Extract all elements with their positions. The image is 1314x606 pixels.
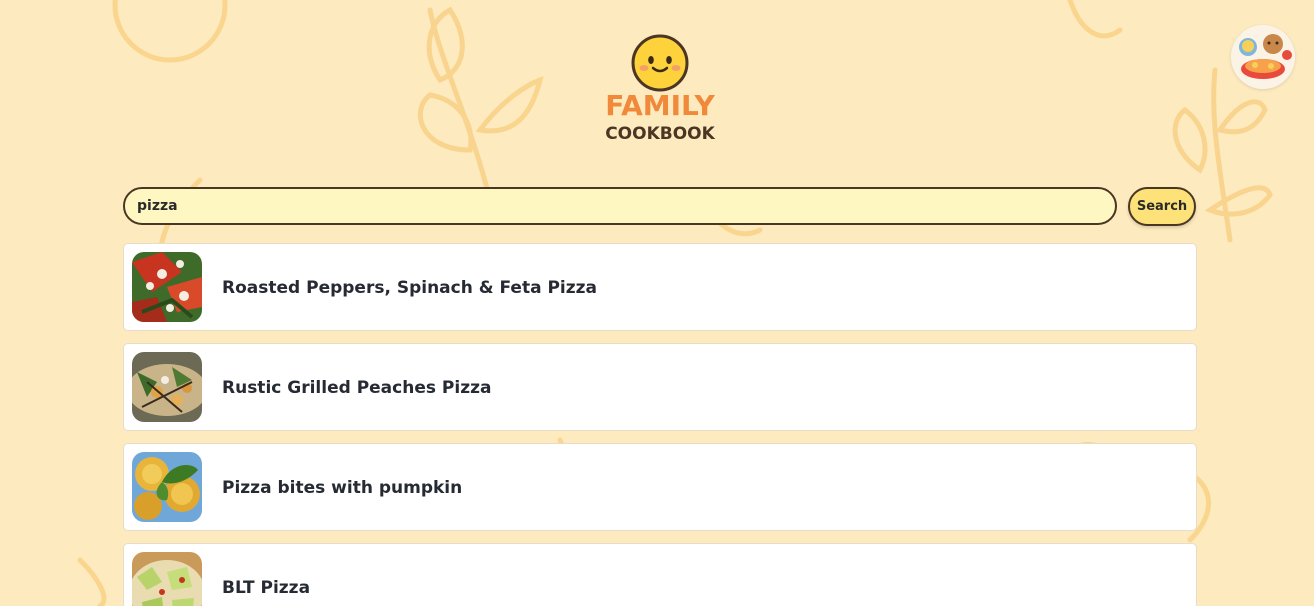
recipe-thumbnail xyxy=(132,352,202,422)
roasted-peppers-pizza-photo-icon xyxy=(132,252,202,322)
family-cookbook-logo[interactable]: FAMILY COOKBOOK xyxy=(598,34,722,146)
recipe-card[interactable]: Pizza bites with pumpkin xyxy=(123,443,1197,531)
logo-title-cookbook: COOKBOOK xyxy=(605,124,715,144)
recipe-title[interactable]: Rustic Grilled Peaches Pizza xyxy=(222,344,491,432)
smiley-face-icon xyxy=(631,34,689,92)
recipe-title[interactable]: Pizza bites with pumpkin xyxy=(222,444,462,532)
recipe-thumbnail xyxy=(132,252,202,322)
pumpkin-pizza-bites-photo-icon xyxy=(132,452,202,522)
recipe-card[interactable]: Roasted Peppers, Spinach & Feta Pizza xyxy=(123,243,1197,331)
logo-title-family: FAMILY xyxy=(605,89,715,122)
grilled-peaches-pizza-photo-icon xyxy=(132,352,202,422)
user-avatar[interactable] xyxy=(1231,25,1295,89)
food-characters-avatar-icon xyxy=(1231,25,1295,89)
recipe-thumbnail xyxy=(132,552,202,606)
blt-pizza-photo-icon xyxy=(132,552,202,606)
recipe-thumbnail xyxy=(132,452,202,522)
search-button[interactable]: Search xyxy=(1128,187,1196,226)
recipe-title[interactable]: BLT Pizza xyxy=(222,544,310,606)
recipe-card[interactable]: Rustic Grilled Peaches Pizza xyxy=(123,343,1197,431)
recipe-title[interactable]: Roasted Peppers, Spinach & Feta Pizza xyxy=(222,244,597,332)
search-input[interactable] xyxy=(123,187,1117,225)
recipe-card[interactable]: BLT Pizza xyxy=(123,543,1197,606)
